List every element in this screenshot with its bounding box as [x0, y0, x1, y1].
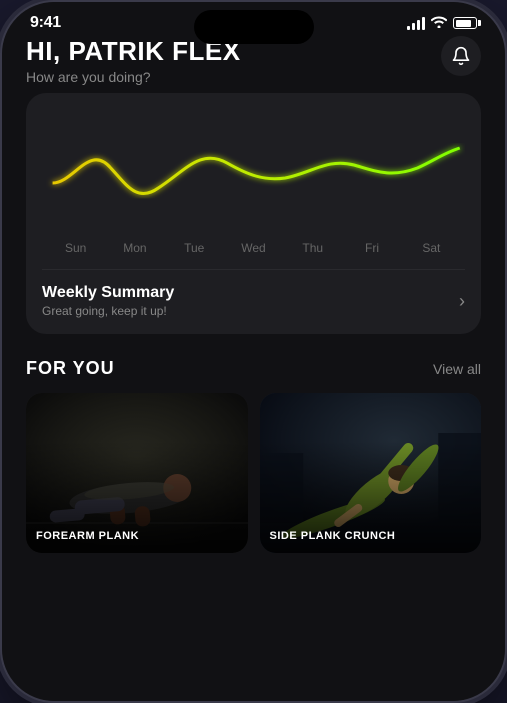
bell-icon	[451, 46, 471, 66]
battery-fill	[456, 20, 471, 27]
forearm-plank-card[interactable]: FOREARM PLANK	[26, 393, 248, 553]
for-you-section: FOR YOU View all	[26, 358, 481, 553]
main-content: HI, PATRIK FLEX How are you doing?	[2, 36, 505, 553]
day-label-sun: Sun	[46, 241, 105, 255]
phone-screen: 9:41	[2, 2, 505, 701]
weekly-summary-subtitle: Great going, keep it up!	[42, 304, 174, 318]
signal-icon	[407, 17, 425, 30]
activity-chart	[42, 113, 465, 233]
weekly-summary-row[interactable]: Weekly Summary Great going, keep it up! …	[42, 284, 465, 318]
day-label-sat: Sat	[402, 241, 461, 255]
workout-cards-row: FOREARM PLANK	[26, 393, 481, 553]
day-label-mon: Mon	[105, 241, 164, 255]
day-label-thu: Thu	[283, 241, 342, 255]
status-bar: 9:41	[2, 2, 505, 36]
chart-area	[42, 113, 465, 233]
side-plank-label: SIDE PLANK CRUNCH	[270, 529, 472, 543]
section-header: FOR YOU View all	[26, 358, 481, 379]
greeting-subtitle: How are you doing?	[26, 69, 241, 85]
phone-frame: 9:41	[0, 0, 507, 703]
section-title: FOR YOU	[26, 358, 115, 379]
weekly-summary-text: Weekly Summary Great going, keep it up!	[42, 284, 174, 318]
chart-card: Sun Mon Tue Wed Thu Fri Sat Weekly Summa…	[26, 93, 481, 334]
chevron-right-icon: ›	[459, 291, 465, 312]
day-label-tue: Tue	[165, 241, 224, 255]
view-all-button[interactable]: View all	[433, 361, 481, 377]
battery-icon	[453, 17, 477, 29]
side-plank-crunch-card[interactable]: SIDE PLANK CRUNCH	[260, 393, 482, 553]
chart-divider	[42, 269, 465, 270]
notification-bell-button[interactable]	[441, 36, 481, 76]
status-time: 9:41	[30, 14, 61, 32]
wifi-icon	[431, 16, 447, 31]
forearm-plank-label: FOREARM PLANK	[36, 529, 238, 543]
weekly-summary-title: Weekly Summary	[42, 284, 174, 302]
status-icons	[407, 16, 477, 31]
day-label-wed: Wed	[224, 241, 283, 255]
chart-day-labels: Sun Mon Tue Wed Thu Fri Sat	[42, 241, 465, 255]
day-label-fri: Fri	[342, 241, 401, 255]
